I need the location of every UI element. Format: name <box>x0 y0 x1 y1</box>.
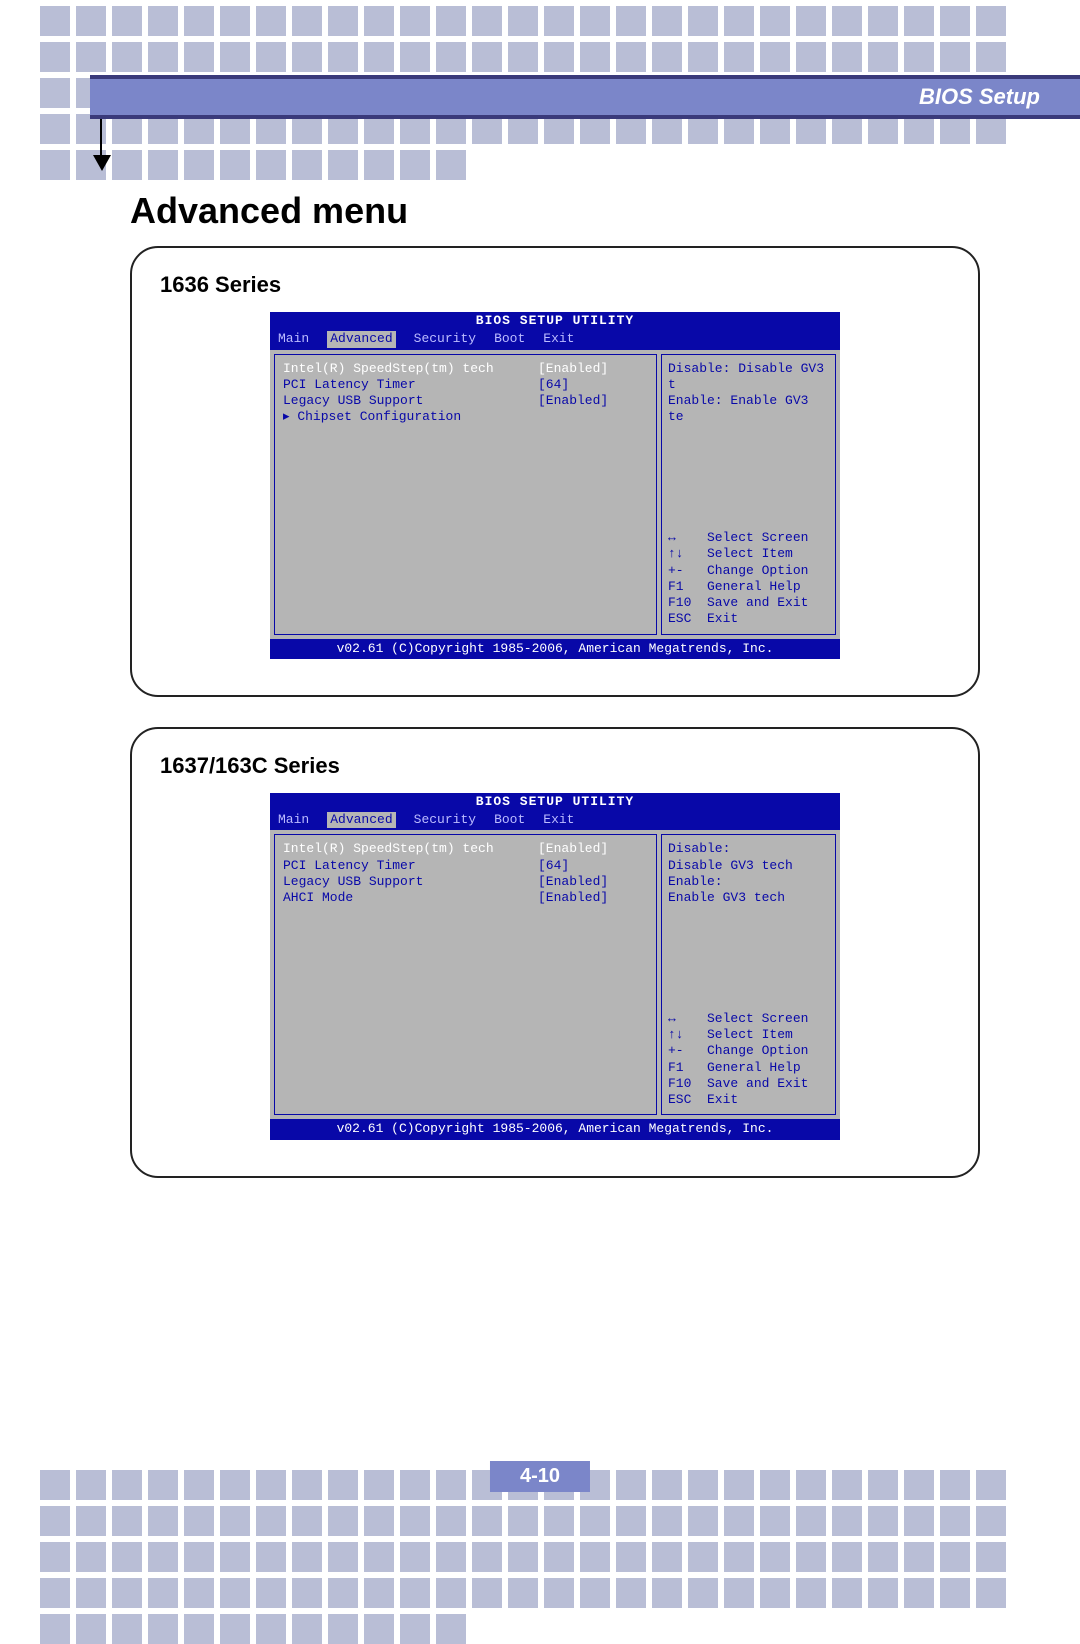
panel-1637-series: 1637/163C Series BIOS SETUP UTILITY Main… <box>130 727 980 1178</box>
bios-key-legend: ↔ Select Screen↑↓ Select Item+- Change O… <box>668 1011 829 1109</box>
setting-label: Legacy USB Support <box>283 874 538 890</box>
bios-tab-exit[interactable]: Exit <box>543 812 574 828</box>
panel-title: 1636 Series <box>160 272 950 298</box>
bios-title: BIOS SETUP UTILITY <box>270 312 840 330</box>
arrow-down-icon <box>93 155 111 171</box>
setting-label: ▸ Chipset Configuration <box>283 409 538 425</box>
bios-title: BIOS SETUP UTILITY <box>270 793 840 811</box>
bios-tab-advanced[interactable]: Advanced <box>327 812 395 828</box>
key-hint: +- Change Option <box>668 563 829 579</box>
key-hint: ESC Exit <box>668 611 829 627</box>
setting-label: Intel(R) SpeedStep(tm) tech <box>283 841 538 857</box>
key-hint: ↑↓ Select Item <box>668 546 829 562</box>
panel-title: 1637/163C Series <box>160 753 950 779</box>
panel-1636-series: 1636 Series BIOS SETUP UTILITY Main Advan… <box>130 246 980 697</box>
setting-value: [Enabled] <box>538 874 648 890</box>
key-hint: F10 Save and Exit <box>668 595 829 611</box>
key-hint: +- Change Option <box>668 1043 829 1059</box>
setting-label: PCI Latency Timer <box>283 377 538 393</box>
key-hint: ESC Exit <box>668 1092 829 1108</box>
page-title: Advanced menu <box>130 190 980 232</box>
bios-tab-security[interactable]: Security <box>414 812 476 828</box>
bios-tab-exit[interactable]: Exit <box>543 331 574 347</box>
header-title: BIOS Setup <box>919 84 1040 110</box>
setting-value: [64] <box>538 377 648 393</box>
setting-value: [64] <box>538 858 648 874</box>
setting-label: Legacy USB Support <box>283 393 538 409</box>
bios-screenshot-1637: BIOS SETUP UTILITY Main Advanced Security B… <box>270 793 840 1140</box>
bios-items-pane: Intel(R) SpeedStep(tm) tech[Enabled]PCI … <box>274 834 657 1115</box>
bios-tab-advanced[interactable]: Advanced <box>327 331 395 347</box>
page-number: 4-10 <box>490 1461 590 1492</box>
setting-value: [Enabled] <box>538 393 648 409</box>
setting-label: Intel(R) SpeedStep(tm) tech <box>283 361 538 377</box>
key-hint: F10 Save and Exit <box>668 1076 829 1092</box>
bios-setting-row[interactable]: Legacy USB Support[Enabled] <box>283 874 648 890</box>
bios-tab-security[interactable]: Security <box>414 331 476 347</box>
bios-setting-row[interactable]: Intel(R) SpeedStep(tm) tech[Enabled] <box>283 361 648 377</box>
bios-tab-boot[interactable]: Boot <box>494 331 525 347</box>
bios-footer: v02.61 (C)Copyright 1985-2006, American … <box>270 639 840 659</box>
bios-setting-row[interactable]: PCI Latency Timer[64] <box>283 858 648 874</box>
setting-value: [Enabled] <box>538 890 648 906</box>
bios-setting-row[interactable]: PCI Latency Timer[64] <box>283 377 648 393</box>
setting-value <box>538 409 648 425</box>
setting-value: [Enabled] <box>538 361 648 377</box>
bios-help-pane: Disable: Disable GV3 techEnable: Enable … <box>661 834 836 1115</box>
bios-tab-main[interactable]: Main <box>278 812 309 828</box>
key-hint: ↔ Select Screen <box>668 1011 829 1027</box>
bios-setting-row[interactable]: Legacy USB Support[Enabled] <box>283 393 648 409</box>
bios-tab-boot[interactable]: Boot <box>494 812 525 828</box>
bios-menu-tabs: Main Advanced Security Boot Exit <box>270 330 840 348</box>
bios-help-text: Disable: Disable GV3 techEnable: Enable … <box>668 841 829 906</box>
bios-setting-row[interactable]: Intel(R) SpeedStep(tm) tech[Enabled] <box>283 841 648 857</box>
setting-label: AHCI Mode <box>283 890 538 906</box>
bios-menu-tabs: Main Advanced Security Boot Exit <box>270 811 840 829</box>
key-hint: ↔ Select Screen <box>668 530 829 546</box>
bios-tab-main[interactable]: Main <box>278 331 309 347</box>
bios-setting-row[interactable]: AHCI Mode[Enabled] <box>283 890 648 906</box>
bios-items-pane: Intel(R) SpeedStep(tm) tech[Enabled]PCI … <box>274 354 657 635</box>
bios-screenshot-1636: BIOS SETUP UTILITY Main Advanced Security B… <box>270 312 840 659</box>
arrow-line <box>100 119 102 159</box>
key-hint: ↑↓ Select Item <box>668 1027 829 1043</box>
bios-key-legend: ↔ Select Screen↑↓ Select Item+- Change O… <box>668 530 829 628</box>
bios-help-pane: Disable: Disable GV3 tEnable: Enable GV3… <box>661 354 836 635</box>
setting-label: PCI Latency Timer <box>283 858 538 874</box>
header-bar: BIOS Setup <box>90 75 1080 119</box>
bios-help-text: Disable: Disable GV3 tEnable: Enable GV3… <box>668 361 829 426</box>
bios-setting-row[interactable]: ▸ Chipset Configuration <box>283 409 648 425</box>
key-hint: F1 General Help <box>668 579 829 595</box>
key-hint: F1 General Help <box>668 1060 829 1076</box>
setting-value: [Enabled] <box>538 841 648 857</box>
bios-footer: v02.61 (C)Copyright 1985-2006, American … <box>270 1119 840 1139</box>
